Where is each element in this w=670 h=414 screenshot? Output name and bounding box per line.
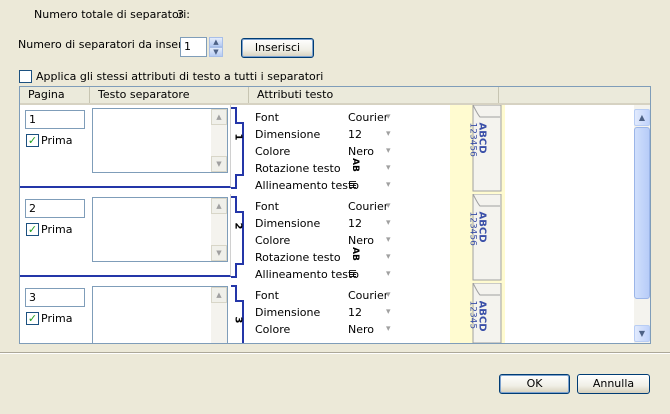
separator-text-area[interactable]: ▲ ▼ [92, 108, 228, 173]
align-justify-icon[interactable]: ≣ [348, 267, 357, 280]
tab-preview-text: ABCD 12345 [468, 301, 496, 343]
page-input[interactable]: 1 [25, 110, 85, 129]
tab-preview-sub: 123456 [467, 211, 478, 246]
attr-rotation-label: Rotazione testo [255, 162, 341, 175]
table-scrollbar[interactable]: ▲ ▼ [634, 105, 650, 343]
tab-bracket-icon [231, 107, 244, 189]
attr-alignment-label: Allineamento testo [255, 268, 360, 281]
tab-preview-main: ABCD [476, 301, 488, 332]
insert-button[interactable]: Inserisci [241, 38, 314, 58]
column-header-text[interactable]: Testo separatore [90, 87, 249, 103]
cancel-button[interactable]: Annulla [577, 374, 650, 394]
chevron-down-icon[interactable]: ▾ [386, 146, 391, 156]
insert-count-input[interactable]: 1 [180, 37, 207, 57]
page-input[interactable]: 2 [25, 199, 85, 218]
table-header: Pagina Testo separatore Attributi testo [20, 87, 650, 105]
attr-font-label: Font [255, 289, 279, 302]
attr-size-value[interactable]: 12 [348, 306, 362, 319]
align-justify-icon[interactable]: ≣ [348, 178, 357, 191]
chevron-down-icon[interactable]: ▾ [386, 290, 391, 300]
table-row: 1 ✓ Prima ▲ ▼ 1 Font Courier ▾ Dimension… [20, 105, 635, 194]
attr-color-label: Colore [255, 145, 291, 158]
tab-preview-main: ABCD [476, 122, 488, 154]
chevron-down-icon[interactable]: ▾ [386, 269, 391, 279]
tab-preview-text: ABCD 123456 [468, 123, 496, 183]
ok-button[interactable]: OK [499, 374, 570, 394]
prima-label: Prima [41, 312, 73, 325]
rotation-icon[interactable]: AB [350, 158, 360, 172]
scroll-thumb[interactable] [634, 127, 650, 299]
rotation-icon[interactable]: AB [350, 247, 360, 261]
tab-preview-sub: 123456 [467, 122, 478, 157]
prima-label: Prima [41, 134, 73, 147]
table-row: 2 ✓ Prima ▲ ▼ 2 Font Courier ▾ Dimension… [20, 194, 635, 283]
attr-font-value[interactable]: Courier [348, 289, 388, 302]
total-separators-value: 3 [177, 8, 184, 21]
attr-font-label: Font [255, 111, 279, 124]
attr-size-label: Dimensione [255, 217, 321, 230]
prima-checkbox[interactable]: ✓ [26, 312, 39, 325]
tab-number: 3 [232, 316, 244, 324]
total-separators-label: Numero totale di separatori: [34, 8, 190, 21]
chevron-down-icon[interactable]: ▾ [386, 235, 391, 245]
attr-color-value[interactable]: Nero [348, 234, 374, 247]
scroll-up-icon[interactable]: ▲ [211, 198, 227, 214]
scroll-down-icon[interactable]: ▼ [211, 245, 227, 261]
tab-preview-main: ABCD [476, 211, 488, 243]
attr-color-label: Colore [255, 234, 291, 247]
insert-count-spinner[interactable]: ▲ ▼ [209, 37, 223, 57]
chevron-down-icon[interactable]: ▾ [386, 218, 391, 228]
apply-all-label: Applica gli stessi attributi di testo a … [36, 70, 324, 83]
attr-size-value[interactable]: 12 [348, 217, 362, 230]
prima-label: Prima [41, 223, 73, 236]
insert-count-label: Numero di separatori da inserire: [18, 38, 201, 51]
attr-size-label: Dimensione [255, 128, 321, 141]
chevron-down-icon[interactable]: ▾ [386, 129, 391, 139]
column-header-page[interactable]: Pagina [20, 87, 90, 103]
attr-size-label: Dimensione [255, 306, 321, 319]
footer-divider [0, 352, 670, 354]
prima-checkbox[interactable]: ✓ [26, 134, 39, 147]
scroll-up-icon[interactable]: ▲ [211, 287, 227, 303]
tab-bracket-icon [231, 196, 244, 278]
chevron-down-icon[interactable]: ▾ [386, 112, 391, 122]
chevron-down-icon[interactable]: ▾ [386, 180, 391, 190]
tab-preview-sub: 12345 [468, 301, 478, 330]
chevron-down-icon[interactable]: ▾ [386, 307, 391, 317]
separator-text-area[interactable]: ▲ ▼ [92, 197, 228, 262]
chevron-down-icon[interactable]: ▾ [386, 324, 391, 334]
tab-bracket-icon [231, 285, 244, 343]
attr-size-value[interactable]: 12 [348, 128, 362, 141]
spin-down-icon[interactable]: ▼ [209, 47, 223, 57]
chevron-down-icon[interactable]: ▾ [386, 201, 391, 211]
prima-checkbox[interactable]: ✓ [26, 223, 39, 236]
chevron-down-icon[interactable]: ▾ [386, 252, 391, 262]
column-header-attributes[interactable]: Attributi testo [249, 87, 499, 103]
separator-text-area[interactable]: ▲ [92, 286, 228, 343]
tab-number: 2 [232, 222, 244, 230]
apply-all-checkbox[interactable] [19, 70, 32, 83]
attr-rotation-label: Rotazione testo [255, 251, 341, 264]
text-area-scrollbar[interactable]: ▲ ▼ [211, 109, 227, 172]
chevron-down-icon[interactable]: ▾ [386, 163, 391, 173]
scroll-down-icon[interactable]: ▼ [211, 156, 227, 172]
attr-color-value[interactable]: Nero [348, 323, 374, 336]
attr-alignment-label: Allineamento testo [255, 179, 360, 192]
text-area-scrollbar[interactable]: ▲ ▼ [211, 198, 227, 261]
attr-font-label: Font [255, 200, 279, 213]
separator-table: Pagina Testo separatore Attributi testo … [19, 86, 651, 344]
tab-preview-text: ABCD 123456 [468, 212, 496, 272]
page-input[interactable]: 3 [25, 288, 85, 307]
scroll-down-icon[interactable]: ▼ [634, 325, 650, 342]
attr-font-value[interactable]: Courier [348, 111, 388, 124]
table-row: 3 ✓ Prima ▲ 3 Font Courier ▾ Dimensione … [20, 283, 635, 343]
scroll-up-icon[interactable]: ▲ [211, 109, 227, 125]
attr-font-value[interactable]: Courier [348, 200, 388, 213]
attr-color-label: Colore [255, 323, 291, 336]
scroll-up-icon[interactable]: ▲ [634, 109, 650, 126]
tab-number: 1 [232, 133, 244, 141]
attr-color-value[interactable]: Nero [348, 145, 374, 158]
text-area-scrollbar[interactable]: ▲ [211, 287, 227, 343]
spin-up-icon[interactable]: ▲ [209, 37, 223, 47]
